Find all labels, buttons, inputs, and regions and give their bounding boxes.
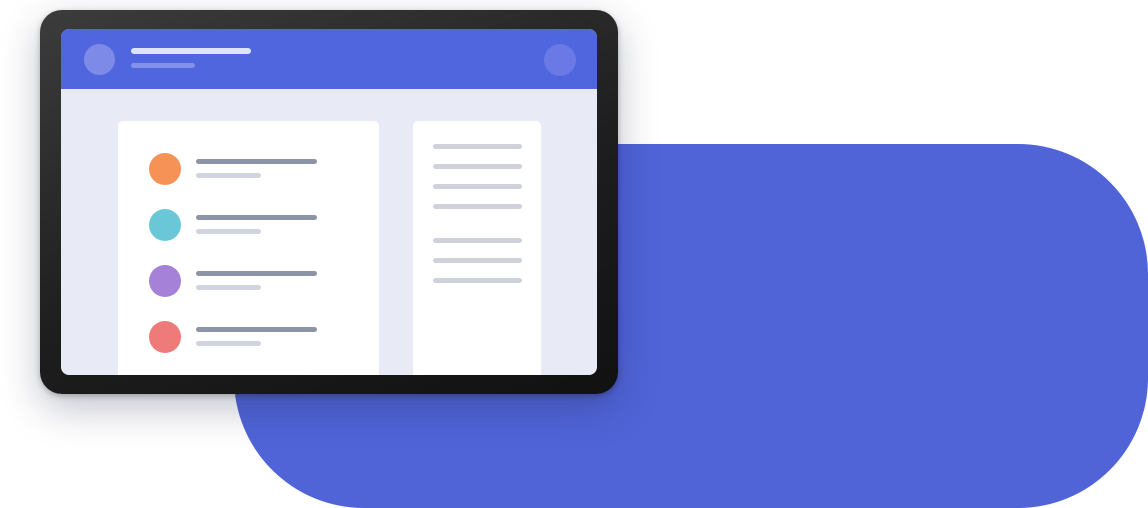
side-panel-line-placeholder	[433, 258, 522, 263]
list-item-subtitle-placeholder	[196, 229, 261, 234]
tablet-screen	[61, 29, 597, 375]
list-item-avatar	[149, 321, 181, 353]
list-item-title-placeholder	[196, 271, 317, 276]
side-panel-line-placeholder	[433, 164, 522, 169]
list-item-title-placeholder	[196, 159, 317, 164]
list-item-title-placeholder	[196, 215, 317, 220]
list-item[interactable]	[118, 153, 379, 187]
side-panel-line-placeholder	[433, 238, 522, 243]
header-subtitle-placeholder	[131, 63, 195, 68]
side-panel-line-placeholder	[433, 278, 522, 283]
list-item-avatar	[149, 209, 181, 241]
side-panel-line-placeholder	[433, 144, 522, 149]
list-item-subtitle-placeholder	[196, 341, 261, 346]
header-title-placeholder	[131, 48, 251, 54]
list-item-avatar	[149, 265, 181, 297]
list-item-avatar	[149, 153, 181, 185]
list-item-subtitle-placeholder	[196, 173, 261, 178]
app-header	[61, 29, 597, 89]
list-item[interactable]	[118, 265, 379, 299]
list-item[interactable]	[118, 209, 379, 243]
side-panel-line-placeholder	[433, 204, 522, 209]
illustration-canvas	[0, 0, 1148, 508]
list-item[interactable]	[118, 321, 379, 355]
list-item-subtitle-placeholder	[196, 285, 261, 290]
header-action-button[interactable]	[544, 44, 576, 76]
list-card	[118, 121, 379, 375]
list-item-title-placeholder	[196, 327, 317, 332]
header-avatar[interactable]	[84, 44, 115, 75]
tablet-device	[40, 10, 618, 394]
side-panel-line-placeholder	[433, 184, 522, 189]
side-panel-card	[413, 121, 541, 375]
